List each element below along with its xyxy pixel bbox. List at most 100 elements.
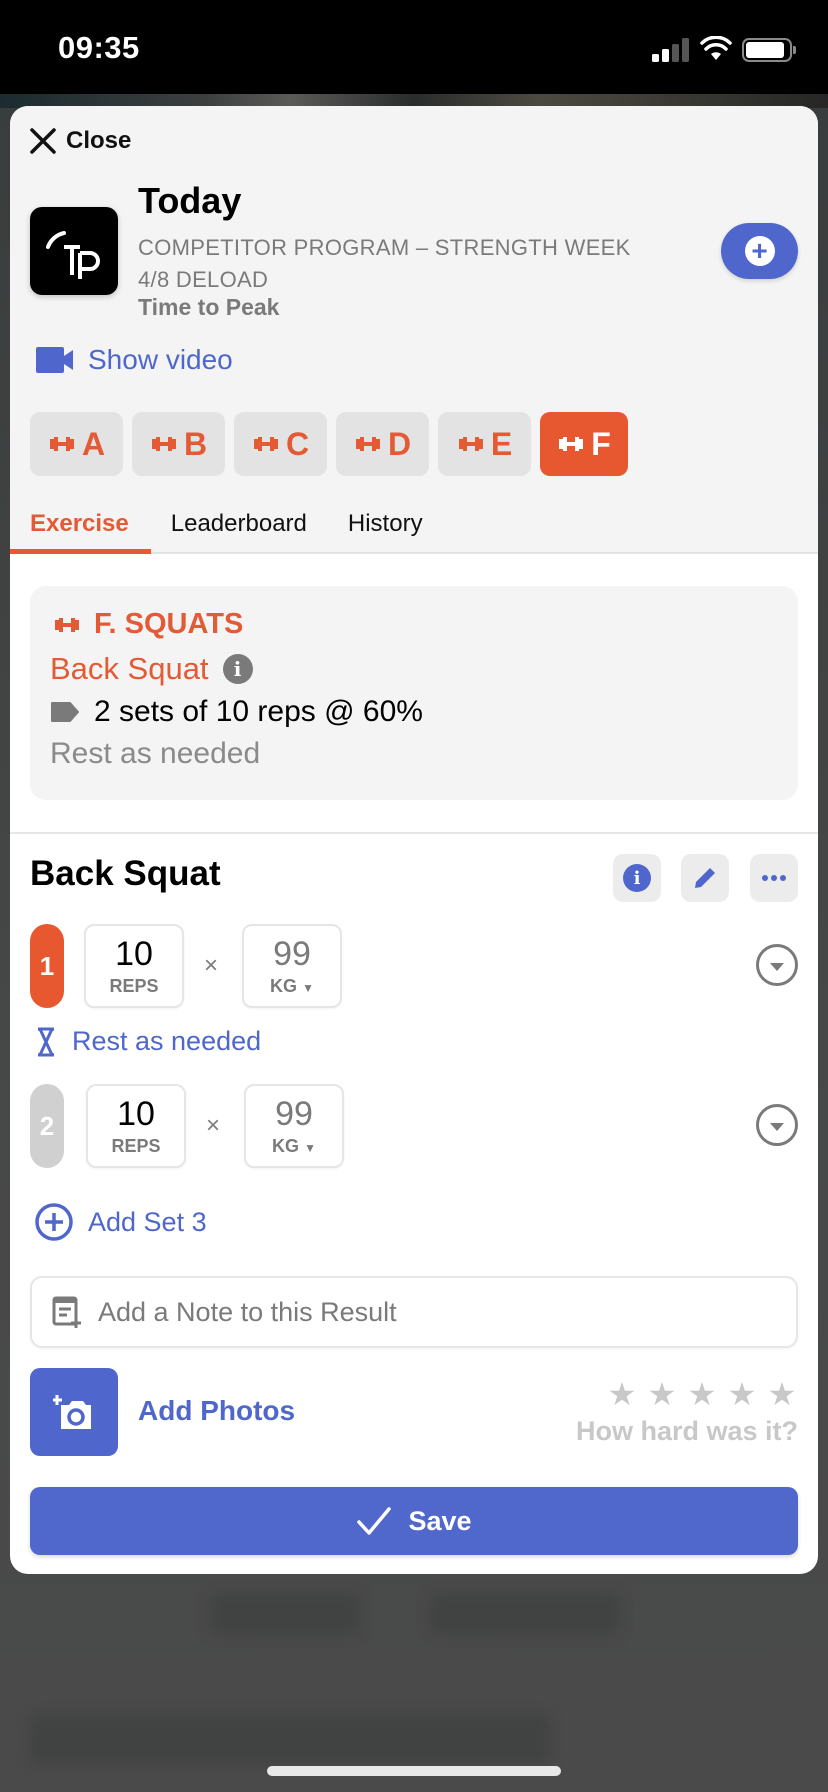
- note-placeholder: Add a Note to this Result: [98, 1296, 397, 1327]
- weight-value: 99: [275, 1095, 313, 1133]
- add-photo-icon: [53, 1395, 91, 1429]
- set-options-button[interactable]: [756, 1104, 798, 1146]
- weight-input[interactable]: 99 KG ▼: [244, 1084, 344, 1168]
- save-button[interactable]: Save: [30, 1487, 798, 1555]
- show-video-label: Show video: [88, 344, 233, 375]
- section-c-button[interactable]: C: [234, 412, 327, 476]
- weight-value: 99: [273, 935, 311, 973]
- section-f-button[interactable]: F: [540, 412, 628, 476]
- times-symbol: ×: [206, 1112, 221, 1139]
- tag-icon: [51, 702, 79, 722]
- edit-button[interactable]: [681, 854, 729, 902]
- note-add-icon: [52, 1296, 81, 1328]
- ellipsis-icon: [762, 875, 786, 881]
- star-icon[interactable]: ★: [726, 1378, 758, 1410]
- barbell-icon: [151, 437, 176, 451]
- reps-unit: REPS: [111, 1136, 161, 1156]
- show-video-link[interactable]: Show video: [36, 344, 233, 376]
- exercise-name-link[interactable]: Back Squat: [50, 651, 209, 687]
- page-title: Today: [138, 180, 242, 221]
- tab-exercise[interactable]: Exercise: [10, 498, 151, 554]
- hourglass-icon: [38, 1027, 54, 1056]
- sheet-header: Close Today COMPETITOR PROGRAM – STRENGT…: [10, 106, 818, 554]
- home-indicator[interactable]: [267, 1766, 561, 1776]
- section-d-button[interactable]: D: [336, 412, 429, 476]
- close-button[interactable]: Close: [28, 126, 131, 156]
- set-row: 1 10 REPS × 99 KG ▼: [30, 924, 798, 1008]
- caret-down-icon: ▼: [304, 1141, 316, 1155]
- star-icon[interactable]: ★: [646, 1378, 678, 1410]
- coach-name: Time to Peak: [138, 294, 280, 320]
- checkmark-icon: [357, 1507, 392, 1535]
- log-result-sheet: Close Today COMPETITOR PROGRAM – STRENGT…: [10, 106, 818, 1574]
- times-symbol: ×: [204, 952, 219, 979]
- add-photo-button[interactable]: [30, 1368, 118, 1456]
- close-label: Close: [66, 127, 132, 154]
- add-photos-label[interactable]: Add Photos: [138, 1395, 295, 1427]
- battery-icon: [742, 38, 796, 62]
- add-set-label: Add Set 3: [88, 1206, 207, 1237]
- section-label: E: [490, 425, 513, 462]
- info-icon: i: [623, 864, 651, 892]
- tab-history[interactable]: History: [348, 498, 423, 552]
- barbell-icon: [355, 437, 380, 451]
- section-heading: F. SQUATS: [94, 608, 244, 640]
- plus-circle-icon: +: [744, 236, 775, 266]
- exercise-info-button[interactable]: i: [613, 854, 661, 902]
- cellular-signal-icon: [652, 38, 692, 62]
- wifi-icon: [700, 36, 732, 60]
- barbell-icon: [253, 437, 278, 451]
- section-label: B: [183, 425, 208, 462]
- set-number-badge[interactable]: 2: [30, 1084, 64, 1168]
- program-subtitle: COMPETITOR PROGRAM – STRENGTH WEEK 4/8 D…: [138, 235, 631, 292]
- star-icon[interactable]: ★: [766, 1378, 798, 1410]
- note-input[interactable]: Add a Note to this Result: [30, 1276, 798, 1348]
- reps-input[interactable]: 10 REPS: [86, 1084, 186, 1168]
- section-label: A: [81, 425, 106, 462]
- weight-input[interactable]: 99 KG ▼: [242, 924, 342, 1008]
- add-button[interactable]: +: [721, 223, 798, 279]
- plus-circle-icon: [35, 1203, 73, 1241]
- section-b-button[interactable]: B: [132, 412, 225, 476]
- reps-value: 10: [117, 1095, 155, 1133]
- add-set-button[interactable]: Add Set 3: [34, 1202, 207, 1242]
- weight-unit-select[interactable]: KG: [270, 976, 297, 996]
- set-options-button[interactable]: [756, 944, 798, 986]
- info-icon[interactable]: i: [222, 654, 253, 684]
- barbell-icon: [458, 437, 483, 451]
- set-row: 2 10 REPS × 99 KG ▼: [30, 1084, 798, 1168]
- more-options-button[interactable]: [750, 854, 798, 902]
- set-number-badge[interactable]: 1: [30, 924, 64, 1008]
- section-label: D: [387, 425, 412, 462]
- status-bar: 09:35: [0, 0, 828, 94]
- rest-timer-link[interactable]: Rest as needed: [36, 1026, 261, 1057]
- section-selector: A B C D E F: [30, 412, 628, 476]
- star-icon[interactable]: ★: [686, 1378, 718, 1410]
- tp-logo-icon: [46, 231, 100, 279]
- program-logo: [30, 207, 118, 295]
- barbell-icon: [49, 437, 74, 451]
- reps-value: 10: [115, 935, 153, 973]
- save-label: Save: [408, 1505, 472, 1536]
- video-camera-icon: [36, 347, 73, 373]
- weight-unit-select[interactable]: KG: [272, 1136, 299, 1156]
- reps-input[interactable]: 10 REPS: [84, 924, 184, 1008]
- tab-bar: Exercise Leaderboard History: [10, 498, 818, 554]
- section-label: F: [591, 425, 611, 462]
- tab-leaderboard[interactable]: Leaderboard: [171, 498, 307, 552]
- exercise-title: Back Squat: [30, 854, 221, 893]
- status-time: 09:35: [58, 30, 140, 65]
- difficulty-label: How hard was it?: [575, 1416, 798, 1446]
- section-label: C: [285, 425, 310, 462]
- star-icon[interactable]: ★: [606, 1378, 638, 1410]
- close-icon: [30, 128, 56, 154]
- section-e-button[interactable]: E: [438, 412, 531, 476]
- section-a-button[interactable]: A: [30, 412, 123, 476]
- barbell-icon: [559, 437, 584, 451]
- prescription-text: 2 sets of 10 reps @ 60%: [94, 695, 423, 728]
- difficulty-rating: ★ ★ ★ ★ ★: [606, 1378, 798, 1410]
- section-divider: [10, 832, 818, 834]
- exercise-info-card: F. SQUATS Back Squat i 2 sets of 10 reps…: [30, 586, 798, 800]
- rest-note: Rest as needed: [50, 737, 261, 770]
- caret-down-icon: ▼: [302, 981, 314, 995]
